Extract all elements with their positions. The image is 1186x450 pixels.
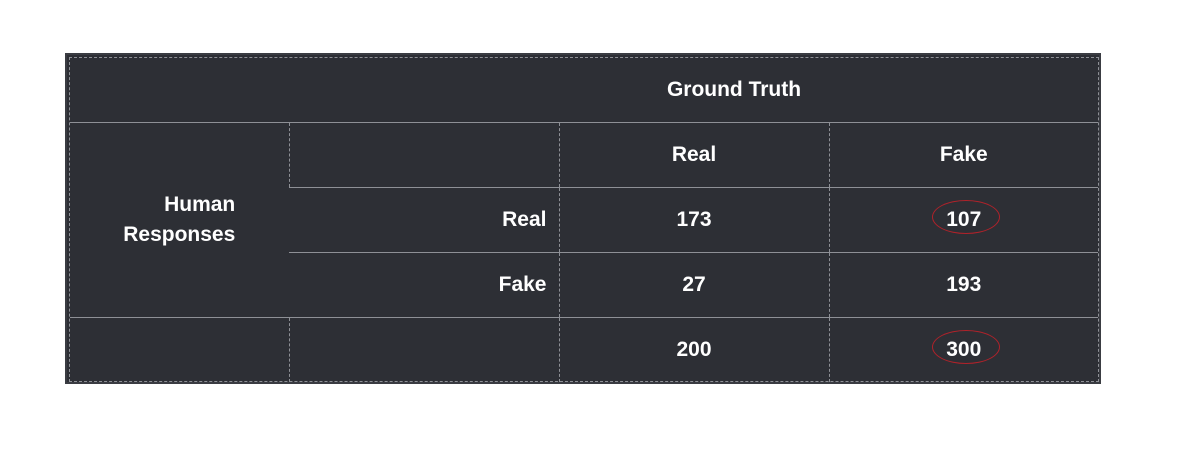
empty-corner-cell — [288, 122, 559, 188]
totals-row: 200 300 — [70, 317, 1099, 382]
human-responses-line-1: Human — [164, 193, 236, 216]
cell-real-fake-highlighted: 107 — [932, 200, 1001, 234]
column-label-real: Real — [558, 122, 829, 188]
confusion-matrix-frame: Ground Truth Human Responses Real Fake R… — [65, 53, 1101, 384]
column-label-fake: Fake — [828, 122, 1099, 188]
human-responses-label-cell: Human Responses — [70, 122, 289, 318]
header-row: Ground Truth — [70, 58, 1098, 123]
totals-empty-cell-2 — [288, 317, 559, 382]
ground-truth-header-cell: Ground Truth — [70, 58, 1098, 123]
confusion-matrix-table: Ground Truth Human Responses Real Fake R… — [70, 58, 1099, 382]
row-label-real: Real — [289, 187, 559, 253]
total-fake-highlighted: 300 — [932, 330, 1001, 364]
cell-fake-fake: 193 — [828, 252, 1099, 318]
confusion-matrix-inner-border: Ground Truth Human Responses Real Fake R… — [69, 57, 1099, 382]
cell-real-real: 173 — [558, 187, 829, 253]
column-labels-row: Human Responses Real Fake — [70, 122, 1099, 318]
total-fake-cell: 300 — [828, 317, 1099, 382]
totals-empty-cell-1 — [70, 317, 289, 382]
human-responses-line-2: Responses — [123, 223, 236, 246]
total-real: 200 — [558, 317, 829, 382]
cell-fake-real: 27 — [558, 252, 829, 318]
ground-truth-header: Ground Truth — [666, 78, 802, 101]
row-label-fake: Fake — [289, 252, 559, 318]
human-responses-label: Human Responses — [123, 190, 235, 250]
cell-real-fake-cell: 107 — [828, 187, 1099, 253]
